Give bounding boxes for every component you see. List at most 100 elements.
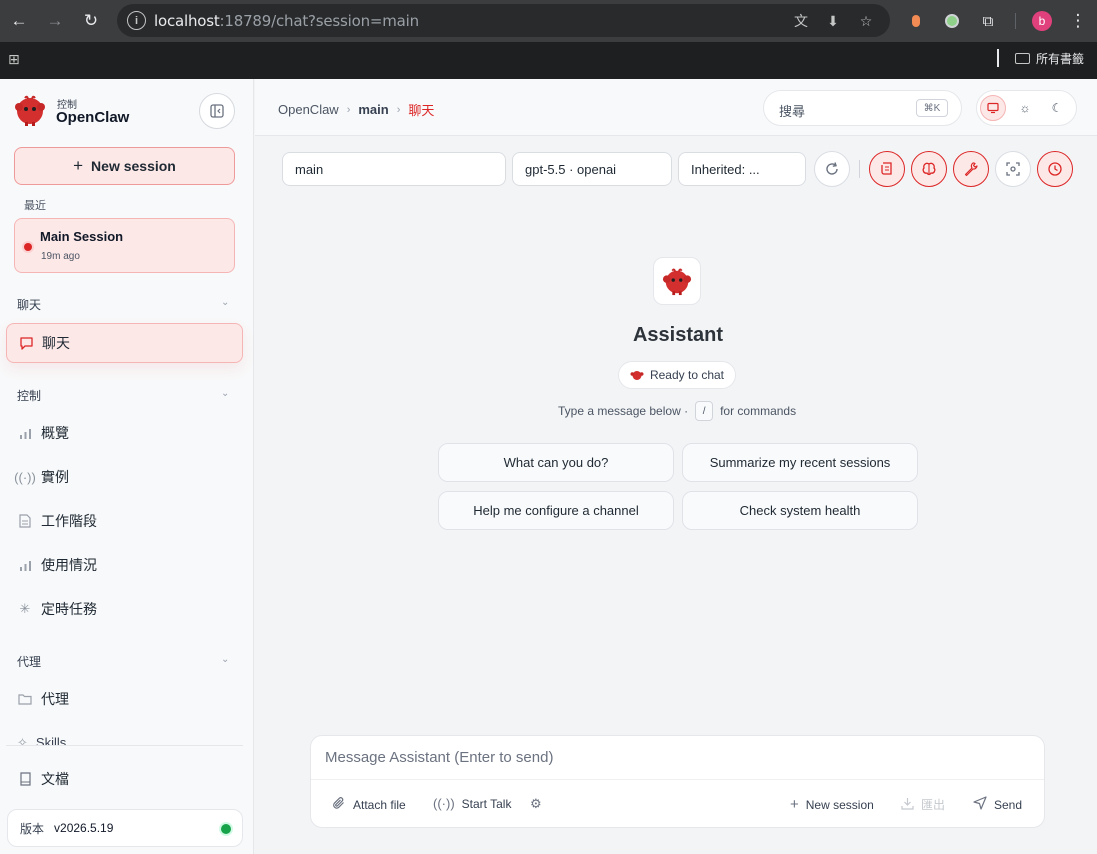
group-label-chat[interactable]: 聊天 xyxy=(17,296,41,313)
sun-icon[interactable]: ☼ xyxy=(1012,95,1038,121)
tools-button[interactable] xyxy=(953,151,989,187)
extension-green-icon[interactable] xyxy=(942,11,962,31)
suggestion-button[interactable]: What can you do? xyxy=(438,443,674,482)
download-icon xyxy=(901,797,914,813)
plus-icon: + xyxy=(790,796,799,813)
chevron-down-icon[interactable]: ⌄ xyxy=(221,388,229,399)
sidebar-item-agents[interactable]: 代理 xyxy=(6,679,243,719)
back-arrow-icon[interactable]: ← xyxy=(7,9,31,33)
assistant-name: Assistant xyxy=(632,324,724,346)
model-select[interactable]: gpt-5.5 · openai xyxy=(512,152,672,186)
sidebar-item-usage[interactable]: 使用情況 xyxy=(6,545,243,585)
chevron-right-icon: › xyxy=(346,103,351,116)
message-input[interactable] xyxy=(311,736,1044,780)
group-label-agents[interactable]: 代理 xyxy=(17,653,41,670)
url-text[interactable]: localhost:18789/chat?session=main xyxy=(154,12,419,30)
gear-icon: ⚙ xyxy=(530,796,542,811)
sidebar-item-label: 工作階段 xyxy=(41,513,97,529)
search-input[interactable]: 搜尋 ⌘K xyxy=(763,90,962,126)
sidebar-divider xyxy=(6,745,243,746)
attach-file-button[interactable]: Attach file xyxy=(332,796,406,813)
extensions-puzzle-icon[interactable]: ⧉ xyxy=(978,11,998,31)
sidebar-item-label: 使用情況 xyxy=(41,557,97,573)
export-button[interactable]: 匯出 xyxy=(901,796,945,813)
monitor-icon[interactable] xyxy=(980,95,1006,121)
suggestion-button[interactable]: Help me configure a channel xyxy=(438,491,674,530)
refresh-icon xyxy=(826,162,838,175)
breadcrumb-root[interactable]: OpenClaw xyxy=(278,102,339,117)
broadcast-icon: ((·)) xyxy=(433,796,455,811)
chevron-down-icon[interactable]: ⌄ xyxy=(221,654,229,665)
assistant-avatar xyxy=(653,257,701,305)
all-bookmarks-button[interactable]: 所有書籤 xyxy=(1015,50,1084,67)
scroll-log-button[interactable] xyxy=(869,151,905,187)
translate-icon[interactable]: 文 xyxy=(792,12,810,30)
bookmark-star-icon[interactable]: ☆ xyxy=(857,12,875,30)
sidebar-item-skills[interactable]: ✧ Skills xyxy=(17,735,66,745)
plus-icon: + xyxy=(73,156,84,175)
install-app-icon[interactable]: ⬇ xyxy=(824,12,842,30)
message-composer: Attach file ((·)) Start Talk ⚙ + New ses… xyxy=(310,735,1045,828)
search-shortcut-badge: ⌘K xyxy=(916,99,948,117)
thinking-select[interactable]: Inherited: ... xyxy=(678,152,806,186)
export-label: 匯出 xyxy=(921,798,946,812)
menu-kebab-icon[interactable]: ⋮ xyxy=(1066,9,1090,33)
folder-icon xyxy=(1015,53,1030,64)
session-select[interactable]: main xyxy=(282,152,506,186)
send-arrow-icon xyxy=(973,796,987,813)
sidebar-item-instances[interactable]: ((·)) 實例 xyxy=(6,457,243,497)
chevron-right-icon: › xyxy=(396,103,401,116)
sidebar-collapse-icon xyxy=(210,104,224,118)
sidebar-item-sessions[interactable]: 工作階段 xyxy=(6,501,243,541)
collapse-sidebar-button[interactable] xyxy=(199,93,235,129)
apps-grid-icon[interactable]: ⊞ xyxy=(8,51,23,67)
session-title: Main Session xyxy=(40,229,124,244)
refresh-button[interactable] xyxy=(814,151,850,187)
sidebar-item-overview[interactable]: 概覽 xyxy=(6,413,243,453)
chat-bubble-icon xyxy=(18,335,34,351)
scroll-icon xyxy=(881,162,892,175)
sparkle-icon: ✧ xyxy=(17,735,28,745)
toolbar-separator xyxy=(1015,13,1016,29)
chevron-down-icon[interactable]: ⌄ xyxy=(221,297,229,308)
wrench-icon xyxy=(964,162,978,177)
document-icon xyxy=(17,513,33,529)
sidebar-item-label: 定時任務 xyxy=(41,601,97,617)
ready-label: Ready to chat xyxy=(649,368,725,382)
send-label: Send xyxy=(994,797,1023,812)
breadcrumb-session[interactable]: main xyxy=(358,102,388,117)
composer-new-session-button[interactable]: + New session xyxy=(790,796,874,813)
suggestion-button[interactable]: Summarize my recent sessions xyxy=(682,443,918,482)
profile-avatar[interactable]: b xyxy=(1032,11,1052,31)
forward-arrow-icon[interactable]: → xyxy=(43,9,67,33)
brain-button[interactable] xyxy=(911,151,947,187)
send-button[interactable]: Send xyxy=(973,796,1022,813)
suggestion-button[interactable]: Check system health xyxy=(682,491,918,530)
slash-key-badge: / xyxy=(695,401,714,421)
focus-button[interactable] xyxy=(995,151,1031,187)
group-label-control[interactable]: 控制 xyxy=(17,387,41,404)
sidebar-item-docs[interactable]: 文檔 xyxy=(6,759,243,799)
site-info-icon[interactable]: i xyxy=(127,11,146,30)
history-button[interactable] xyxy=(1037,151,1073,187)
breadcrumb: OpenClaw › main › 聊天 xyxy=(278,100,434,119)
sidebar-item-chat[interactable]: 聊天 xyxy=(6,323,243,363)
bookmarks-divider xyxy=(997,49,999,67)
new-session-button[interactable]: + New session xyxy=(14,147,235,185)
openclaw-mascot-icon xyxy=(662,268,692,296)
start-talk-button[interactable]: ((·)) Start Talk xyxy=(433,796,511,811)
bar-chart-icon xyxy=(17,557,33,573)
bar-chart-icon xyxy=(17,425,33,441)
composer-settings-button[interactable]: ⚙ xyxy=(530,796,542,812)
recent-session-card[interactable]: Main Session 19m ago xyxy=(14,218,235,273)
extension-orange-icon[interactable] xyxy=(906,11,926,31)
sidebar-item-label: 概覽 xyxy=(41,425,69,441)
url-path: :18789/chat?session=main xyxy=(219,12,420,30)
hint-text-after: for commands xyxy=(720,404,797,418)
moon-icon[interactable]: ☾ xyxy=(1044,95,1070,121)
reload-icon[interactable]: ↻ xyxy=(79,9,103,33)
start-talk-label: Start Talk xyxy=(461,796,512,811)
sidebar-item-label: Skills xyxy=(35,735,67,745)
address-bar[interactable]: i localhost:18789/chat?session=main 文 ⬇ … xyxy=(117,4,890,37)
sidebar-item-cron[interactable]: ✳ 定時任務 xyxy=(6,589,243,629)
